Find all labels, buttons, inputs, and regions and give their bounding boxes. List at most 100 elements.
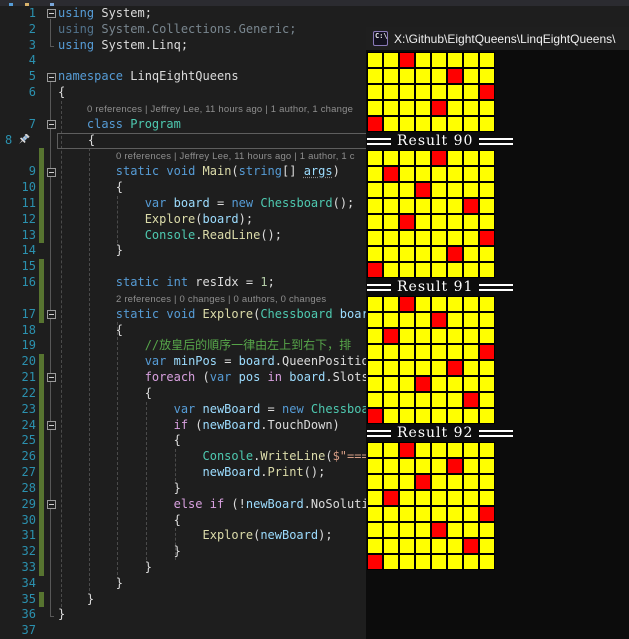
line-number[interactable]: 29	[0, 497, 36, 513]
line-number[interactable]: 9	[0, 164, 36, 180]
queen-cell	[368, 409, 382, 423]
separator-line	[367, 283, 391, 291]
code-line[interactable]: using System;	[58, 6, 629, 22]
separator-line	[479, 429, 514, 437]
fold-toggle-icon[interactable]	[46, 167, 56, 177]
fold-toggle-icon[interactable]	[46, 72, 56, 82]
line-number[interactable]: 6	[0, 85, 36, 101]
line-number[interactable]: 19	[0, 338, 36, 354]
board-cell	[368, 151, 382, 165]
board-cell	[384, 297, 398, 311]
board-cell	[480, 53, 494, 67]
line-number[interactable]: 15	[0, 259, 36, 275]
line-number[interactable]: 13	[0, 228, 36, 244]
fold-toggle-icon[interactable]	[46, 120, 56, 130]
line-number[interactable]: 23	[0, 402, 36, 418]
line-number[interactable]: 12	[0, 212, 36, 228]
fold-toggle-icon[interactable]	[46, 310, 56, 320]
board-cell	[384, 507, 398, 521]
line-number[interactable]: 32	[0, 544, 36, 560]
line-number[interactable]: 22	[0, 386, 36, 402]
board-cell	[432, 377, 446, 391]
line-number[interactable]: 30	[0, 513, 36, 529]
fold-toggle-icon[interactable]	[46, 9, 56, 19]
line-number[interactable]: 10	[0, 180, 36, 196]
code-token: {	[58, 322, 124, 337]
board-cell	[400, 555, 414, 569]
line-number[interactable]: 26	[0, 449, 36, 465]
board-cell	[480, 459, 494, 473]
board-cell	[480, 199, 494, 213]
board-cell	[400, 459, 414, 473]
line-number[interactable]: 4	[0, 53, 36, 69]
board-cell	[416, 151, 430, 165]
board-cell	[416, 345, 430, 359]
board-cell	[464, 53, 478, 67]
console-title-bar[interactable]: C:\ X:\Github\EightQueens\LinqEightQueen…	[366, 27, 629, 50]
line-number[interactable]: 33	[0, 560, 36, 576]
board-cell	[400, 539, 414, 553]
line-number[interactable]: 28	[0, 481, 36, 497]
code-token: resIdx =	[188, 275, 261, 290]
line-number[interactable]: 1	[0, 6, 36, 22]
fold-column	[44, 623, 58, 639]
line-number[interactable]: 14	[0, 243, 36, 259]
queen-cell	[384, 491, 398, 505]
code-token: System.Linq;	[94, 37, 189, 52]
line-number[interactable]: 25	[0, 433, 36, 449]
board-cell	[368, 199, 382, 213]
board-cell	[480, 183, 494, 197]
code-token: class	[86, 116, 124, 131]
line-number[interactable]: 3	[0, 38, 36, 54]
board-cell	[416, 539, 430, 553]
line-number[interactable]: 17	[0, 307, 36, 323]
code-token: }	[58, 575, 124, 590]
line-number[interactable]: 24	[0, 418, 36, 434]
line-number[interactable]: 16	[0, 275, 36, 291]
board-cell	[448, 491, 462, 505]
codelens-text[interactable]: 0 references | Jeffrey Lee, 11 hours ago…	[116, 151, 355, 162]
fold-column	[44, 101, 58, 117]
line-number[interactable]: 7	[0, 117, 36, 133]
board-cell	[448, 507, 462, 521]
board-cell	[400, 183, 414, 197]
board-cell	[432, 555, 446, 569]
line-number[interactable]: 31	[0, 528, 36, 544]
board-cell	[448, 377, 462, 391]
queen-cell	[368, 555, 382, 569]
line-number[interactable]: 27	[0, 465, 36, 481]
board-cell	[400, 409, 414, 423]
line-number[interactable]: 36	[0, 607, 36, 623]
fold-toggle-icon[interactable]	[46, 420, 56, 430]
board-cell	[384, 151, 398, 165]
fold-column	[45, 133, 59, 149]
board-cell	[400, 117, 414, 131]
result-label: Result 91	[397, 279, 474, 295]
line-number[interactable]: 37	[0, 623, 36, 639]
code-token: }	[58, 607, 66, 622]
code-token: WriteLine	[260, 449, 326, 464]
line-number[interactable]: 5	[0, 69, 36, 85]
board-cell	[432, 183, 446, 197]
board-cell	[448, 409, 462, 423]
fold-toggle-icon[interactable]	[46, 500, 56, 510]
line-number[interactable]: 18	[0, 323, 36, 339]
line-number[interactable]: 34	[0, 576, 36, 592]
pin-icon	[19, 133, 30, 144]
board-cell	[448, 199, 462, 213]
board-cell	[368, 167, 382, 181]
line-number[interactable]: 20	[0, 354, 36, 370]
line-number[interactable]: 11	[0, 196, 36, 212]
codelens-text[interactable]: 0 references | Jeffrey Lee, 11 hours ago…	[87, 104, 353, 115]
fold-toggle-icon[interactable]	[46, 373, 56, 383]
board-cell	[384, 443, 398, 457]
fold-column	[44, 576, 58, 592]
codelens-text[interactable]: 2 references | 0 changes | 0 authors, 0 …	[116, 294, 326, 305]
line-number[interactable]: 2	[0, 22, 36, 38]
line-number[interactable]: 21	[0, 370, 36, 386]
code-token: }	[58, 544, 181, 559]
line-number[interactable]: 35	[0, 592, 36, 608]
separator-line	[367, 137, 391, 145]
